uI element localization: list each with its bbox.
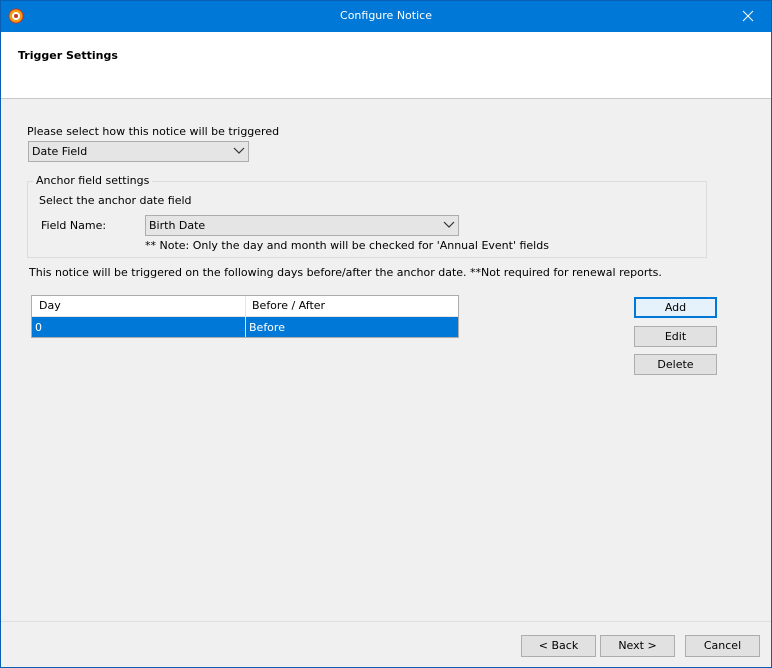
close-button[interactable] bbox=[725, 1, 771, 32]
field-name-value: Birth Date bbox=[149, 219, 206, 232]
edit-button[interactable]: Edit bbox=[634, 326, 717, 347]
window-title: Configure Notice bbox=[340, 9, 432, 22]
anchor-group-label: Anchor field settings bbox=[33, 174, 153, 187]
column-header-before-after[interactable]: Before / After bbox=[252, 299, 325, 312]
days-description: This notice will be triggered on the fol… bbox=[29, 266, 662, 279]
configure-notice-window: Configure Notice Trigger Settings Please… bbox=[0, 0, 772, 668]
column-header-day[interactable]: Day bbox=[39, 299, 61, 312]
column-divider[interactable] bbox=[245, 296, 246, 316]
add-button[interactable]: Add bbox=[634, 297, 717, 318]
anchor-instruction: Select the anchor date field bbox=[39, 194, 192, 207]
page-title: Trigger Settings bbox=[18, 49, 118, 62]
chevron-down-icon bbox=[443, 221, 455, 228]
row-divider bbox=[245, 317, 246, 337]
day-cell: 0 bbox=[35, 321, 42, 334]
before-after-cell: Before bbox=[249, 321, 285, 334]
trigger-type-select[interactable]: Date Field bbox=[28, 141, 249, 162]
annual-event-note: ** Note: Only the day and month will be … bbox=[145, 239, 549, 252]
days-list[interactable]: Day Before / After 0 Before bbox=[31, 295, 459, 338]
chevron-down-icon bbox=[233, 147, 245, 154]
wizard-header: Trigger Settings bbox=[1, 32, 771, 99]
back-button[interactable]: < Back bbox=[521, 635, 596, 657]
trigger-prompt-label: Please select how this notice will be tr… bbox=[27, 125, 280, 138]
cancel-button[interactable]: Cancel bbox=[685, 635, 760, 657]
next-button[interactable]: Next > bbox=[600, 635, 675, 657]
trigger-type-value: Date Field bbox=[32, 145, 88, 158]
field-name-select[interactable]: Birth Date bbox=[145, 215, 459, 236]
delete-button[interactable]: Delete bbox=[634, 354, 717, 375]
title-bar[interactable]: Configure Notice bbox=[1, 1, 771, 32]
days-list-header: Day Before / After bbox=[32, 296, 458, 317]
field-name-label: Field Name: bbox=[41, 219, 107, 232]
table-row[interactable]: 0 Before bbox=[32, 317, 458, 337]
footer-divider bbox=[1, 621, 771, 622]
close-icon bbox=[742, 10, 754, 22]
